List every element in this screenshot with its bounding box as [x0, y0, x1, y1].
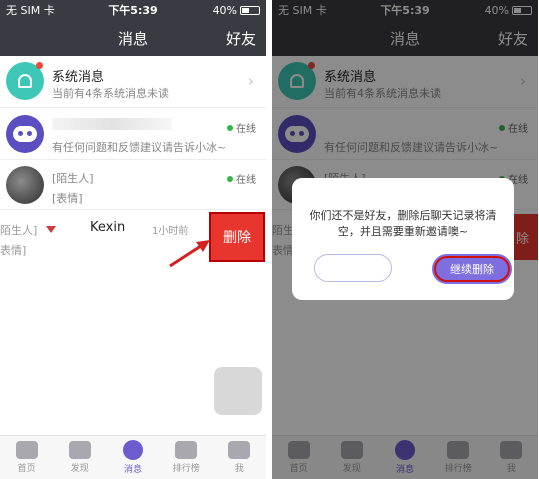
- trophy-icon: [175, 441, 198, 459]
- confirm-delete-button[interactable]: 继续删除: [432, 254, 512, 284]
- message-icon: [123, 440, 143, 460]
- user-icon: [228, 441, 251, 459]
- tab-home[interactable]: 首页: [0, 436, 53, 479]
- tab-messages[interactable]: 消息: [106, 436, 159, 479]
- dialog-message: 你们还不是好友，删除后聊天记录将清空，并且需要重新邀请噢~: [309, 209, 497, 238]
- right-phone-screen: 无 SIM 卡 下午5:39 40% 消息 好友 系统消息 当前有4条系统消息未…: [272, 0, 538, 479]
- screenshot-stage: 无 SIM 卡 下午5:39 40% 消息 好友 系统消息 当前有4条系统消息未…: [0, 0, 539, 479]
- tab-discover[interactable]: 发现: [53, 436, 106, 479]
- cancel-button[interactable]: [314, 254, 392, 282]
- left-phone-screen: 无 SIM 卡 下午5:39 40% 消息 好友 系统消息 当前有4条系统消息未…: [0, 0, 266, 479]
- tab-ranking[interactable]: 排行榜: [160, 436, 213, 479]
- home-icon: [15, 441, 38, 459]
- floating-assist-button[interactable]: [214, 367, 262, 415]
- tab-me[interactable]: 我: [213, 436, 266, 479]
- tab-bar: 首页 发现 消息 排行榜 我: [0, 435, 266, 479]
- delete-confirm-dialog: 你们还不是好友，删除后聊天记录将清空，并且需要重新邀请噢~ 继续删除: [292, 178, 514, 300]
- discover-icon: [68, 441, 91, 459]
